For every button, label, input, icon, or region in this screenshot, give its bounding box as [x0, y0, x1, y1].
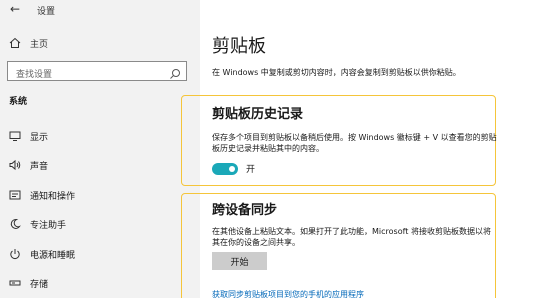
start-sync-button[interactable]: 开始 — [212, 252, 267, 270]
speaker-icon — [9, 159, 21, 171]
home-icon — [9, 37, 21, 49]
sidebar-item-sound[interactable]: 声音 — [9, 157, 48, 173]
sidebar-item-display[interactable]: 显示 — [9, 128, 48, 144]
search-icon[interactable] — [169, 65, 181, 79]
sidebar-item-label: 电源和睡眠 — [30, 250, 76, 261]
moon-icon — [9, 218, 21, 230]
history-toggle-row: 开 — [212, 162, 255, 175]
back-arrow-icon[interactable]: ← — [10, 2, 20, 16]
history-section-description: 保存多个项目到剪贴板以备稍后使用。按 Windows 徽标键 + V 以查看您的… — [212, 133, 497, 153]
toggle-knob — [229, 165, 235, 172]
storage-icon — [9, 277, 21, 289]
title-bar: ← 设置 — [0, 0, 200, 22]
section-header: 系统 — [9, 97, 28, 107]
sidebar-item-label: 专注助手 — [30, 220, 67, 231]
sidebar-item-label: 通知和操作 — [30, 191, 76, 202]
search-box[interactable] — [7, 61, 187, 84]
sidebar-item-label: 显示 — [30, 132, 49, 143]
home-label: 主页 — [30, 39, 49, 50]
sidebar-item-label: 存储 — [30, 279, 49, 290]
sync-section-title: 跨设备同步 — [212, 203, 278, 218]
sidebar-item-label: 声音 — [30, 161, 49, 172]
sidebar-item-notifications[interactable]: 通知和操作 — [9, 187, 75, 203]
home-nav-item[interactable]: 主页 — [9, 35, 48, 51]
get-phone-app-link[interactable]: 获取同步剪贴板项目到您的手机的应用程序 — [212, 289, 364, 298]
notification-icon — [9, 189, 21, 201]
history-section-title: 剪贴板历史记录 — [212, 107, 304, 122]
window-title: 设置 — [37, 7, 56, 17]
page-title: 剪贴板 — [212, 36, 266, 57]
power-icon — [9, 248, 21, 260]
sidebar-item-storage[interactable]: 存储 — [9, 275, 48, 291]
monitor-icon — [9, 130, 21, 142]
page-description: 在 Windows 中复制或剪切内容时，内容会复制到剪贴板以供你粘贴。 — [212, 68, 461, 77]
sidebar-item-power-sleep[interactable]: 电源和睡眠 — [9, 246, 75, 262]
toggle-state-label: 开 — [246, 165, 256, 175]
sync-section-description: 在其他设备上粘贴文本。如果打开了此功能，Microsoft 将接收剪贴板数据以将… — [212, 227, 491, 247]
main-content: 剪贴板 在 Windows 中复制或剪切内容时，内容会复制到剪贴板以供你粘贴。 … — [181, 0, 535, 298]
search-input[interactable] — [8, 66, 158, 84]
sidebar: ← 设置 主页 系统 显示 声音 通知和操作 专 — [0, 0, 200, 298]
sidebar-item-focus-assist[interactable]: 专注助手 — [9, 216, 66, 232]
history-toggle-switch[interactable] — [212, 162, 238, 175]
